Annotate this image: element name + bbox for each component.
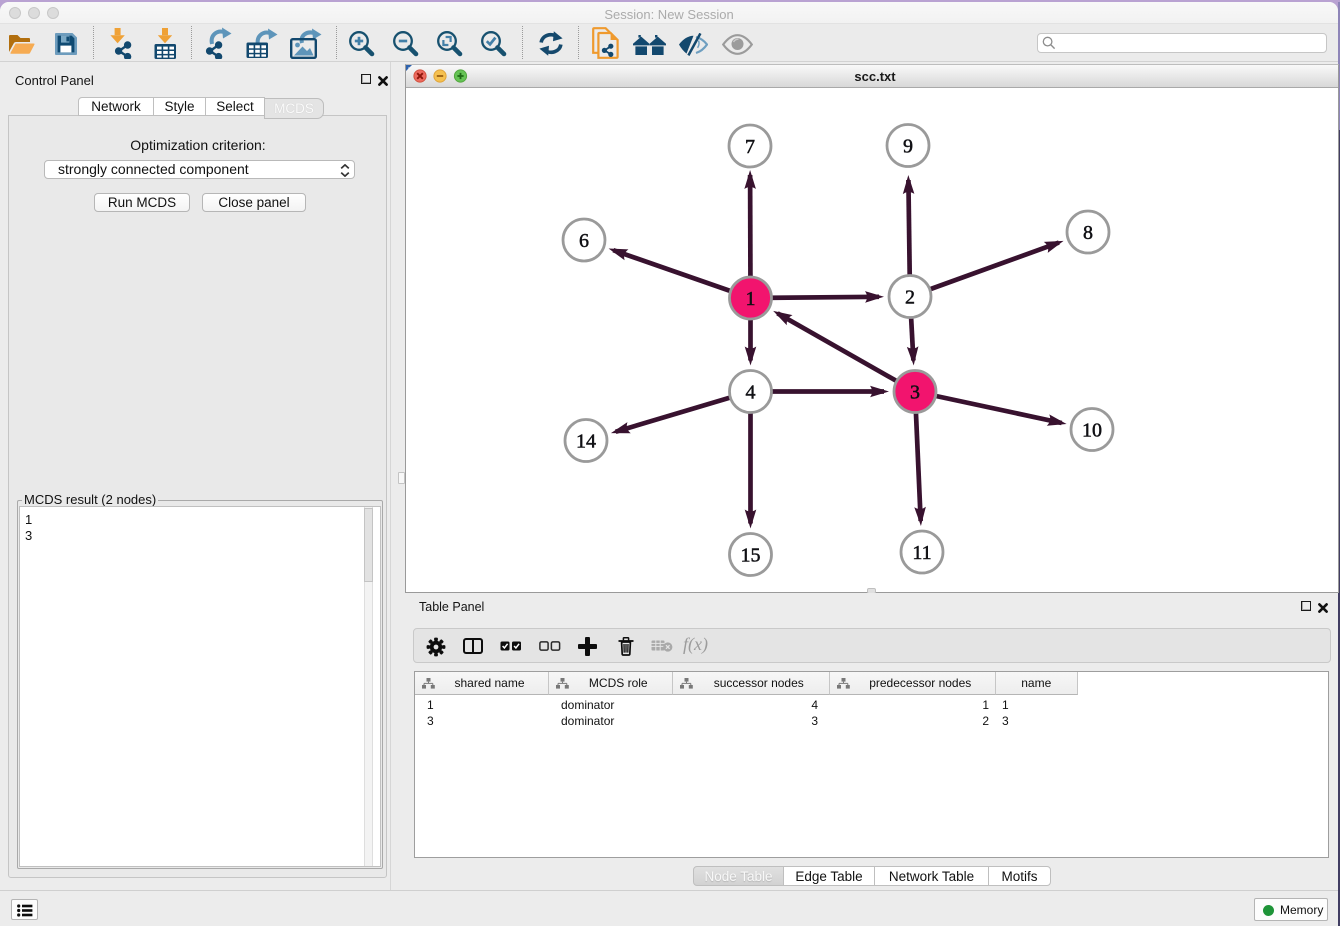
svg-text:8: 8 bbox=[1083, 222, 1093, 244]
svg-text:4: 4 bbox=[746, 382, 756, 404]
svg-text:9: 9 bbox=[903, 136, 913, 158]
svg-text:2: 2 bbox=[905, 287, 915, 309]
svg-text:11: 11 bbox=[912, 542, 931, 564]
svg-text:6: 6 bbox=[579, 230, 589, 252]
svg-text:14: 14 bbox=[576, 431, 596, 453]
svg-text:1: 1 bbox=[746, 288, 756, 310]
svg-text:7: 7 bbox=[745, 136, 755, 158]
svg-text:3: 3 bbox=[910, 382, 920, 404]
svg-text:10: 10 bbox=[1082, 420, 1102, 442]
svg-text:15: 15 bbox=[741, 545, 761, 567]
